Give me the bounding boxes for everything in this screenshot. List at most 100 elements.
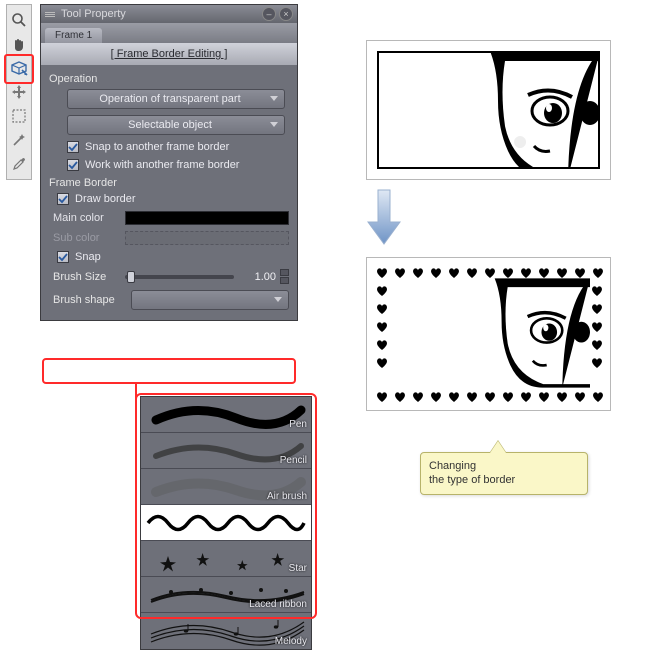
brush-label: Pencil bbox=[280, 455, 307, 466]
manga-face-icon bbox=[460, 278, 590, 388]
plain-border bbox=[377, 51, 600, 169]
frameborder-label: Frame Border bbox=[49, 177, 289, 189]
brush-item-melody[interactable]: Melody bbox=[141, 613, 311, 649]
heart-icon bbox=[501, 390, 515, 404]
brush-size-row[interactable]: Brush Size 1.00 bbox=[53, 269, 289, 284]
check-label: Work with another frame border bbox=[85, 159, 239, 171]
close-button[interactable]: × bbox=[279, 7, 293, 21]
grip-icon bbox=[45, 12, 55, 17]
selectable-object-dropdown[interactable]: Selectable object bbox=[67, 115, 285, 135]
checkbox-checked-icon[interactable] bbox=[57, 193, 69, 205]
check-label: Snap bbox=[75, 251, 101, 263]
heart-icon bbox=[590, 284, 604, 298]
after-frame bbox=[366, 257, 611, 411]
highlight-brush-shape bbox=[42, 358, 296, 384]
checkbox-checked-icon[interactable] bbox=[57, 251, 69, 263]
callout-tail-icon bbox=[490, 441, 506, 453]
eyedropper-icon[interactable] bbox=[8, 153, 30, 175]
heart-icon bbox=[447, 390, 461, 404]
object-tool-icon[interactable] bbox=[8, 57, 30, 79]
heart-icon bbox=[393, 266, 407, 280]
heart-icon bbox=[375, 302, 389, 316]
heart-icon bbox=[429, 266, 443, 280]
checkbox-checked-icon[interactable] bbox=[67, 141, 79, 153]
check-label: Draw border bbox=[75, 193, 136, 205]
heart-icon bbox=[465, 390, 479, 404]
check-label: Snap to another frame border bbox=[85, 141, 229, 153]
manga-face-icon bbox=[450, 51, 600, 169]
brush-item-wave[interactable] bbox=[141, 505, 311, 541]
operation-transparent-dropdown[interactable]: Operation of transparent part bbox=[67, 89, 285, 109]
marquee-icon[interactable] bbox=[8, 105, 30, 127]
main-color-label: Main color bbox=[53, 212, 125, 224]
brush-shape-dropdown[interactable] bbox=[131, 290, 289, 310]
illustration-column bbox=[366, 40, 626, 411]
heart-icon bbox=[375, 356, 389, 370]
tab-frame1[interactable]: Frame 1 bbox=[45, 28, 102, 43]
tool-property-panel: Tool Property – × Frame 1 [ Frame Border… bbox=[40, 4, 298, 321]
heart-icon bbox=[483, 266, 497, 280]
tab-row: Frame 1 bbox=[41, 23, 297, 43]
heart-icon bbox=[537, 390, 551, 404]
operation-label: Operation bbox=[49, 73, 289, 85]
heart-icon bbox=[375, 284, 389, 298]
heart-icon bbox=[573, 266, 587, 280]
snap-another-checkbox-row[interactable]: Snap to another frame border bbox=[67, 141, 289, 153]
heart-icon bbox=[519, 390, 533, 404]
main-color-swatch[interactable] bbox=[125, 211, 289, 225]
heart-icon bbox=[375, 338, 389, 352]
heart-icon bbox=[483, 390, 497, 404]
heart-icon bbox=[590, 320, 604, 334]
heart-icon bbox=[590, 338, 604, 352]
minimize-button[interactable]: – bbox=[262, 7, 276, 21]
brush-label: Melody bbox=[275, 636, 307, 647]
wand-icon[interactable] bbox=[8, 129, 30, 151]
brush-shape-label: Brush shape bbox=[53, 294, 131, 306]
heart-border bbox=[373, 264, 604, 404]
chevron-down-icon bbox=[270, 122, 278, 128]
heart-icon bbox=[519, 266, 533, 280]
callout: Changing the type of border bbox=[420, 452, 588, 495]
before-frame bbox=[366, 40, 611, 180]
heart-icon bbox=[429, 390, 443, 404]
dropdown-text: Operation of transparent part bbox=[99, 93, 240, 105]
sub-color-swatch bbox=[125, 231, 289, 245]
heart-icon bbox=[590, 356, 604, 370]
brush-size-value: 1.00 bbox=[240, 271, 276, 283]
work-another-checkbox-row[interactable]: Work with another frame border bbox=[67, 159, 289, 171]
dropdown-text: Selectable object bbox=[128, 119, 212, 131]
heart-icon bbox=[447, 266, 461, 280]
subtitle: [ Frame Border Editing ] bbox=[41, 43, 297, 65]
sub-color-row: Sub color bbox=[53, 231, 289, 245]
heart-icon bbox=[411, 266, 425, 280]
brush-item-pen[interactable]: Pen bbox=[141, 397, 311, 433]
callout-text: Changing the type of border bbox=[420, 452, 588, 495]
draw-border-checkbox-row[interactable]: Draw border bbox=[57, 193, 289, 205]
brush-item-pencil[interactable]: Pencil bbox=[141, 433, 311, 469]
brush-item-airbrush[interactable]: Air brush bbox=[141, 469, 311, 505]
heart-icon bbox=[375, 266, 389, 280]
tool-strip bbox=[6, 4, 32, 180]
stepper-icon[interactable] bbox=[280, 269, 289, 284]
snap-checkbox-row[interactable]: Snap bbox=[57, 251, 289, 263]
brush-item-laced[interactable]: Laced ribbon bbox=[141, 577, 311, 613]
brush-shape-row[interactable]: Brush shape bbox=[53, 290, 289, 310]
brush-label: Laced ribbon bbox=[249, 599, 307, 610]
brush-size-slider[interactable] bbox=[125, 275, 234, 279]
checkbox-checked-icon[interactable] bbox=[67, 159, 79, 171]
move-icon[interactable] bbox=[8, 81, 30, 103]
heart-icon bbox=[393, 390, 407, 404]
brush-label: Pen bbox=[289, 419, 307, 430]
heart-icon bbox=[375, 390, 389, 404]
zoom-icon[interactable] bbox=[8, 9, 30, 31]
brush-item-star[interactable]: Star bbox=[141, 541, 311, 577]
brush-label: Air brush bbox=[267, 491, 307, 502]
arrow-down-icon bbox=[366, 188, 402, 246]
main-color-row[interactable]: Main color bbox=[53, 211, 289, 225]
heart-icon bbox=[465, 266, 479, 280]
panel-header[interactable]: Tool Property – × bbox=[41, 5, 297, 23]
heart-icon bbox=[501, 266, 515, 280]
hand-icon[interactable] bbox=[8, 33, 30, 55]
heart-icon bbox=[411, 390, 425, 404]
panel-body: Operation Operation of transparent part … bbox=[41, 65, 297, 320]
